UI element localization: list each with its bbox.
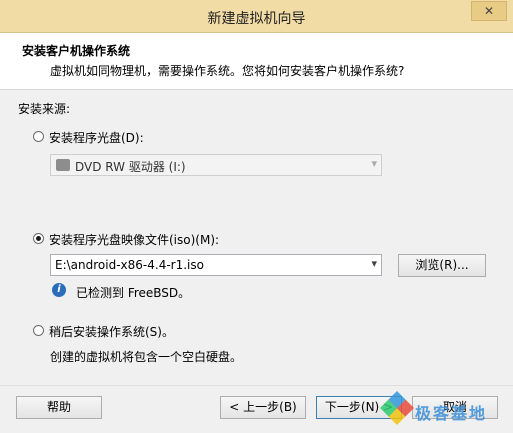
radio-install-later[interactable] (33, 325, 44, 336)
detected-os-text: 已检测到 FreeBSD。 (76, 286, 191, 300)
help-button[interactable]: 帮助 (16, 396, 102, 419)
install-source-label: 安装来源: (18, 102, 71, 116)
install-later-label[interactable]: 稍后安装操作系统(S)。 (49, 323, 174, 340)
info-icon: i (52, 283, 66, 297)
title-bar: 新建虚拟机向导 ✕ (0, 0, 513, 33)
radio-install-disc[interactable] (33, 131, 44, 142)
page-description: 虚拟机如同物理机，需要操作系统。您将如何安装客户机操作系统? (50, 64, 405, 78)
watermark-text: 极客基地 (415, 404, 488, 423)
radio-install-iso[interactable] (33, 233, 44, 244)
wizard-header: 安装客户机操作系统 虚拟机如同物理机，需要操作系统。您将如何安装客户机操作系统? (0, 33, 513, 90)
install-disc-label[interactable]: 安装程序光盘(D): (49, 129, 144, 146)
install-iso-label[interactable]: 安装程序光盘映像文件(iso)(M): (49, 231, 219, 248)
close-button[interactable]: ✕ (471, 1, 507, 21)
drive-select-value: DVD RW 驱动器 (I:) (75, 160, 186, 174)
window-title: 新建虚拟机向导 (207, 11, 306, 27)
iso-path-input[interactable]: E:\android-x86-4.4-r1.iso ▾ (50, 254, 382, 276)
back-button[interactable]: < 上一步(B) (220, 396, 306, 419)
page-title: 安装客户机操作系统 (22, 44, 131, 58)
browse-button[interactable]: 浏览(R)... (398, 254, 486, 277)
chevron-down-icon: ▾ (371, 157, 377, 170)
chevron-down-icon[interactable]: ▾ (371, 257, 377, 270)
watermark-logo-icon (380, 391, 414, 425)
dvd-drive-icon (56, 159, 70, 171)
watermark: 极客基地 (380, 391, 513, 432)
close-icon: ✕ (483, 4, 495, 18)
install-later-description: 创建的虚拟机将包含一个空白硬盘。 (50, 350, 243, 364)
iso-path-value: E:\android-x86-4.4-r1.iso (55, 258, 204, 272)
drive-select[interactable]: DVD RW 驱动器 (I:) ▾ (50, 154, 382, 176)
